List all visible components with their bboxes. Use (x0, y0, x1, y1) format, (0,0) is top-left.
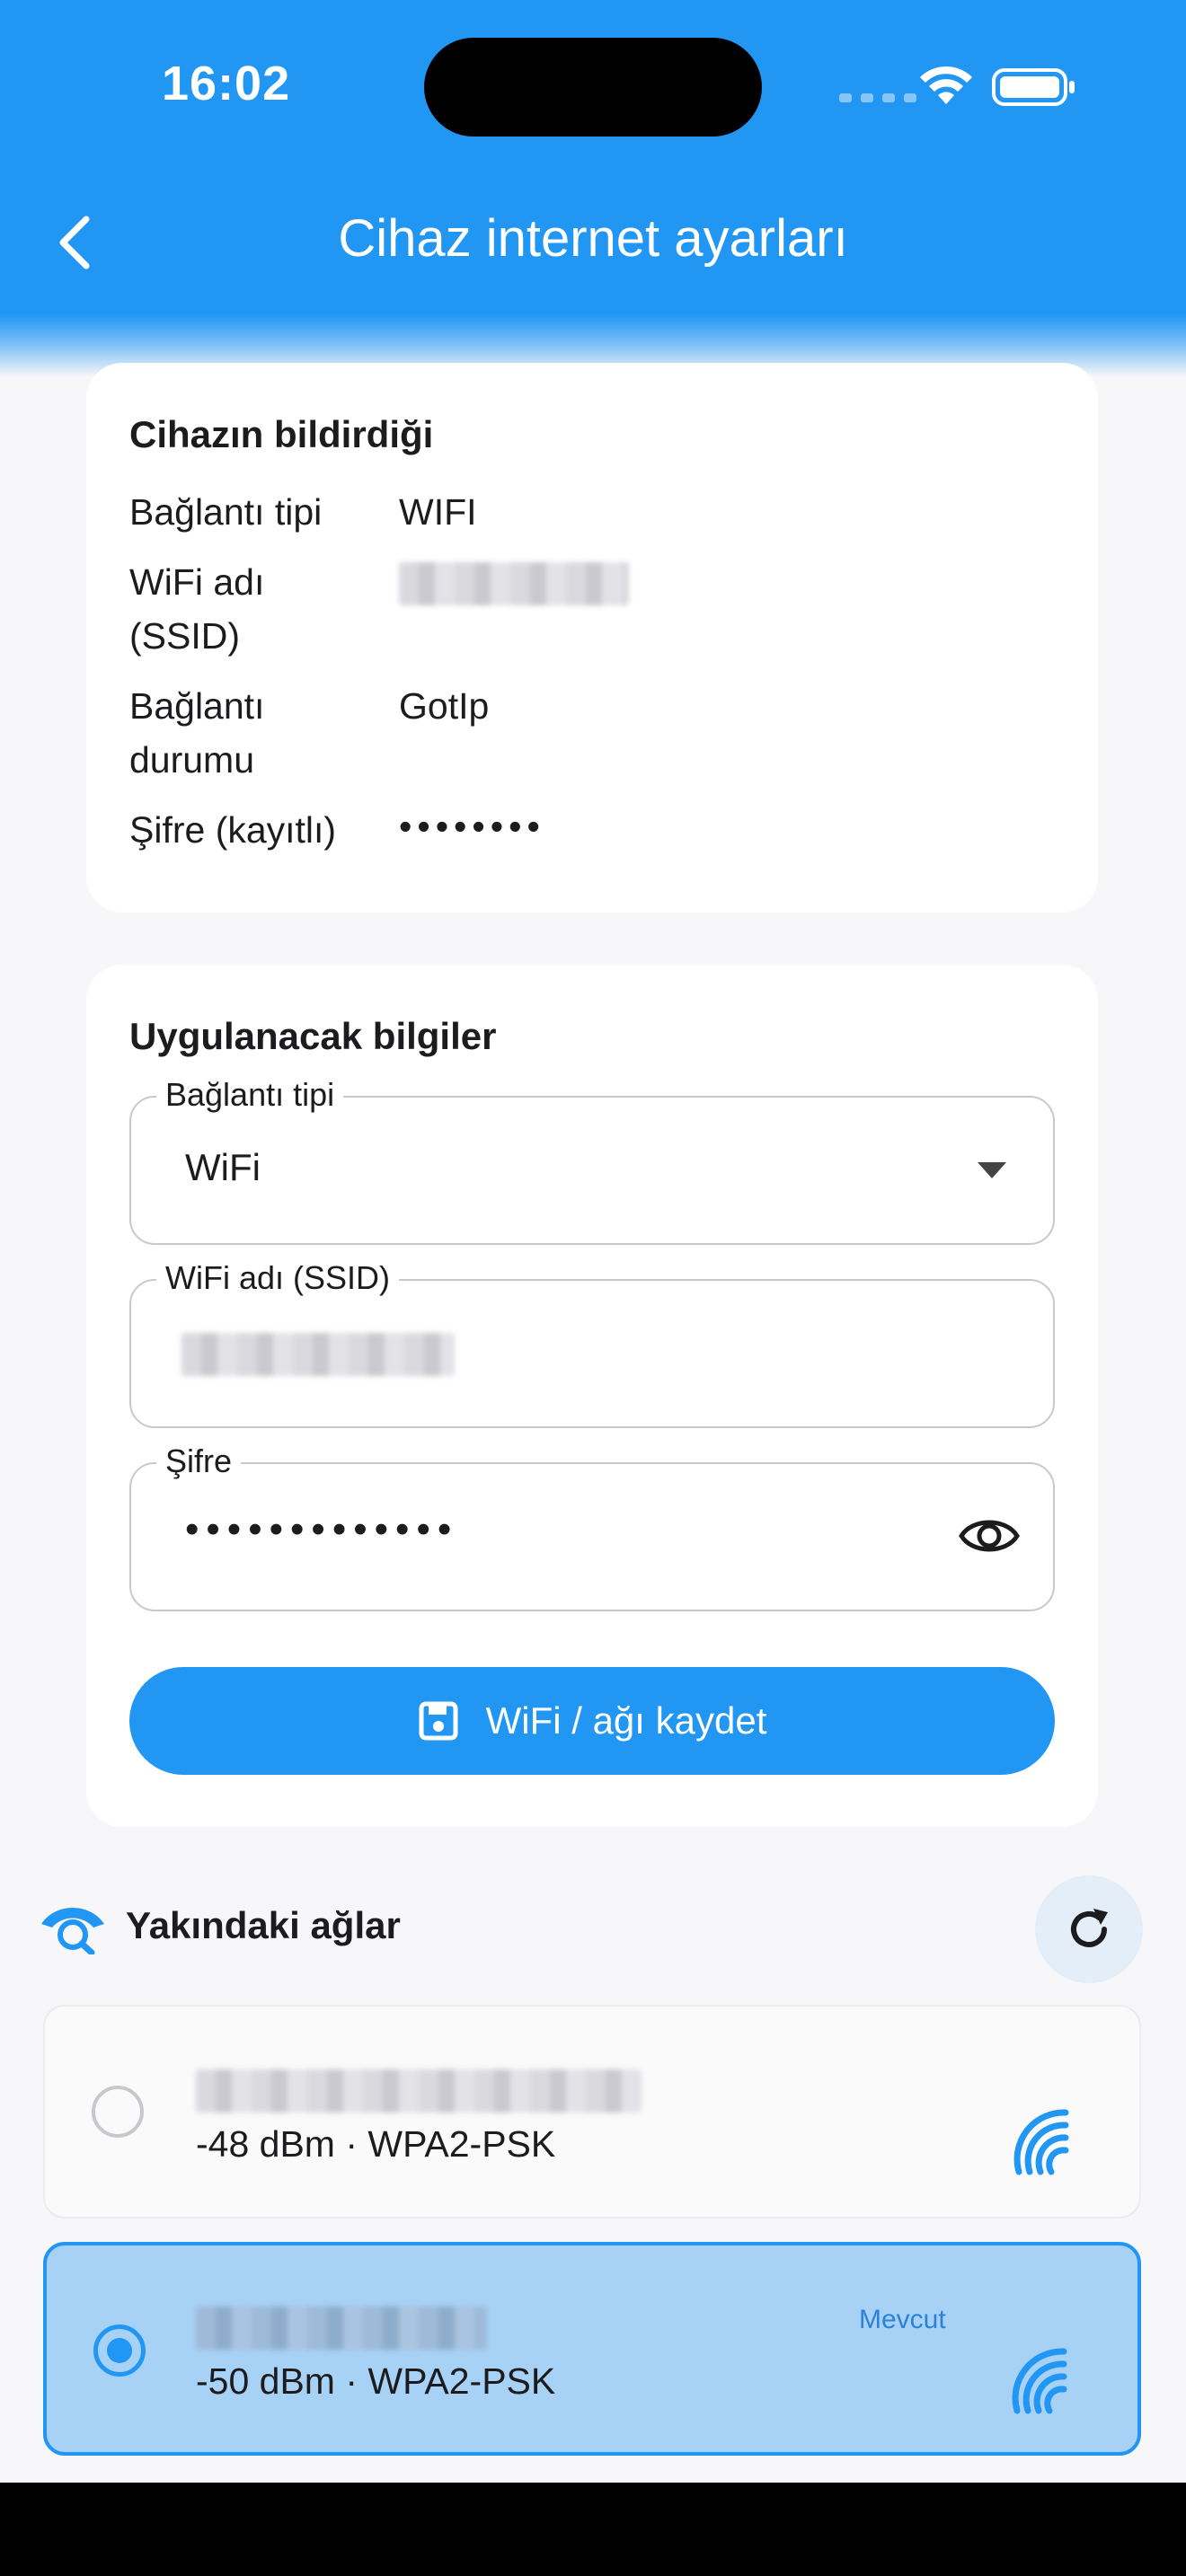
ssid-value-redacted (399, 562, 629, 605)
network-list-item-selected[interactable]: Mevcut -50 dBm · WPA2-PSK (43, 2242, 1141, 2456)
connection-type-select-label: Bağlantı tipi (156, 1076, 344, 1114)
apply-form-title: Uygulanacak bilgiler (129, 1015, 497, 1057)
password-input[interactable]: Şifre ••••••••••••• (129, 1442, 1055, 1611)
saved-password-label: Şifre (kayıtlı) (129, 809, 337, 851)
network-list-item[interactable]: -48 dBm · WPA2-PSK (43, 2005, 1141, 2219)
status-time: 16:02 (162, 57, 291, 110)
save-wifi-button-label: WiFi / ağı kaydet (485, 1699, 767, 1742)
network-ssid-redacted (196, 2307, 487, 2350)
nearby-networks-title: Yakındaki ağlar (126, 1904, 401, 1946)
network-radio-unselected[interactable] (92, 2086, 144, 2138)
password-input-label: Şifre (156, 1442, 242, 1480)
device-report-title: Cihazın bildirdiği (129, 413, 434, 455)
device-report-card: Cihazın bildirdiği Bağlantı tipi WIFI Wi… (86, 363, 1098, 913)
ssid-input-value-redacted (181, 1333, 455, 1376)
ssid-label: WiFi adı (SSID) (129, 561, 265, 657)
network-ssid-redacted (196, 2069, 642, 2113)
network-radio-selected[interactable] (93, 2325, 146, 2377)
password-input-value: ••••••••••••• (185, 1507, 459, 1551)
connection-type-value: WIFI (399, 491, 477, 533)
ssid-input[interactable]: WiFi adı (SSID) (129, 1259, 1055, 1428)
wifi-eye-icon (41, 1908, 104, 1954)
refresh-icon (1071, 1909, 1108, 1947)
wifi-status-icon (920, 66, 972, 104)
bottom-black-bar (0, 2483, 1186, 2576)
chevron-down-icon (978, 1162, 1006, 1178)
ssid-input-label: WiFi adı (SSID) (156, 1259, 400, 1297)
wifi-signal-icon (1013, 2109, 1069, 2175)
wifi-signal-icon (1012, 2348, 1067, 2414)
dynamic-island (424, 38, 762, 137)
save-icon (419, 1701, 458, 1741)
app-header: 16:02 Cihaz internet ayarları (0, 0, 1186, 377)
apply-form-card: Uygulanacak bilgiler Bağlantı tipi WiFi … (86, 965, 1098, 1827)
battery-icon (992, 68, 1075, 106)
page-title: Cihaz internet ayarları (338, 209, 848, 268)
save-wifi-button[interactable]: WiFi / ağı kaydet (129, 1667, 1055, 1775)
connection-status-value: GotIp (399, 685, 490, 727)
connection-type-select[interactable]: Bağlantı tipi WiFi (129, 1076, 1055, 1245)
connection-status-label: Bağlantı durumu (129, 685, 265, 781)
connection-type-label: Bağlantı tipi (129, 491, 323, 533)
refresh-button[interactable] (1035, 1875, 1143, 1983)
connection-type-select-value: WiFi (185, 1146, 261, 1188)
saved-password-value: •••••••• (399, 806, 545, 847)
network-meta: -48 dBm · WPA2-PSK (196, 2123, 556, 2165)
network-meta: -50 dBm · WPA2-PSK (196, 2360, 556, 2402)
current-network-badge: Mevcut (859, 2305, 946, 2334)
cellular-signal-icon (839, 93, 916, 102)
eye-icon[interactable] (958, 1511, 1021, 1561)
